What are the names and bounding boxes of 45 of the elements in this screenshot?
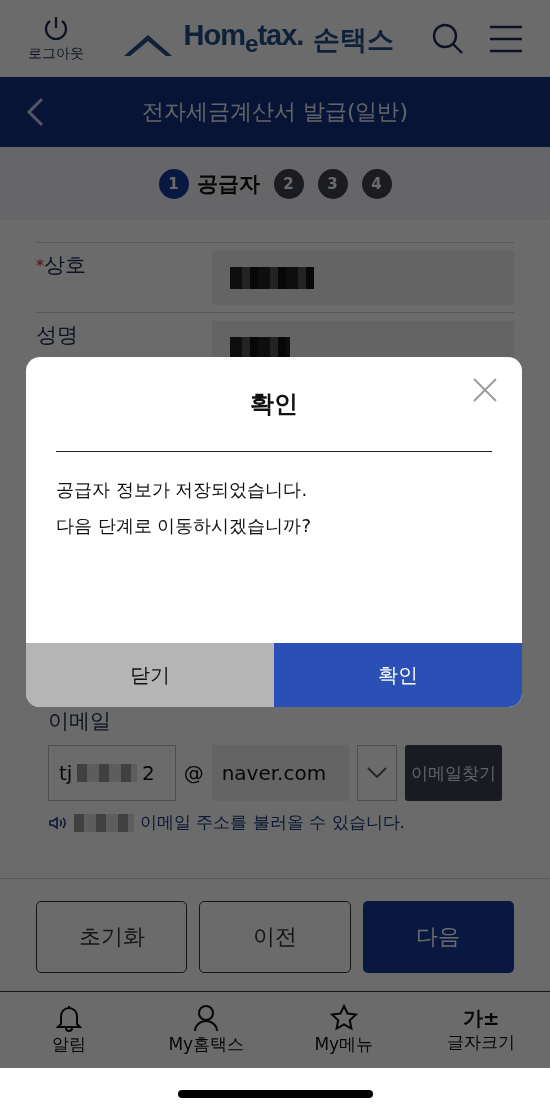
- at-sign: @: [183, 761, 204, 785]
- step-number: 2: [273, 168, 304, 199]
- email-domain-field[interactable]: naver.com: [211, 745, 350, 801]
- person-icon: [193, 1004, 220, 1032]
- step-number: 3: [317, 168, 348, 199]
- back-icon[interactable]: [26, 97, 44, 127]
- domain-dropdown-button[interactable]: [357, 745, 397, 801]
- step-number: 1: [158, 168, 189, 199]
- dialog-title: 확인: [250, 389, 298, 420]
- value-field[interactable]: [212, 251, 514, 305]
- step-label: 공급자: [196, 170, 260, 198]
- speaker-icon: [48, 815, 68, 830]
- email-notice: 이메일 주소를 불러올 수 있습니다.: [140, 811, 406, 834]
- bell-icon: [55, 1004, 82, 1032]
- dialog-message: 공급자 정보가 저장되었습니다.: [56, 478, 309, 502]
- app-name: 손택스: [313, 22, 395, 57]
- redaction-mark: [74, 813, 134, 832]
- redaction-mark: [230, 337, 290, 359]
- dialog-button[interactable]: 닫기: [26, 643, 274, 707]
- nav-item[interactable]: My홈택스: [137, 992, 275, 1068]
- logo-text: Hom$_{e}$tax.: [183, 19, 304, 58]
- nav-item[interactable]: 가± 글자크기: [412, 992, 550, 1068]
- power-icon: [43, 14, 69, 43]
- logout-button[interactable]: 로그아웃: [28, 14, 84, 63]
- required-mark: *: [36, 255, 44, 275]
- nav-item[interactable]: 알림: [0, 992, 138, 1068]
- close-icon: [472, 377, 498, 403]
- search-icon[interactable]: [432, 22, 464, 55]
- find-email-button[interactable]: 이메일찾기: [405, 745, 502, 801]
- page-title: 전자세금계산서 발급(일반): [141, 98, 409, 126]
- chevron-down-icon: [367, 767, 388, 779]
- step-number: 4: [361, 168, 392, 199]
- email-label: 이메일: [48, 708, 112, 735]
- font-size-glyph: 가±: [462, 1006, 500, 1030]
- action-button[interactable]: 다음: [362, 901, 514, 973]
- menu-icon[interactable]: [490, 24, 522, 53]
- dialog-button[interactable]: 확인: [274, 643, 522, 707]
- field-label: 상호: [44, 252, 86, 279]
- email-id-field[interactable]: tj 2: [48, 745, 176, 801]
- dialog-message: 다음 단계로 이동하시겠습니까?: [56, 514, 312, 538]
- nav-item[interactable]: My메뉴: [275, 992, 413, 1068]
- field-label: 성명: [36, 322, 78, 349]
- star-icon: [329, 1004, 358, 1032]
- action-button[interactable]: 이전: [199, 901, 351, 973]
- action-button[interactable]: 초기화: [36, 901, 188, 973]
